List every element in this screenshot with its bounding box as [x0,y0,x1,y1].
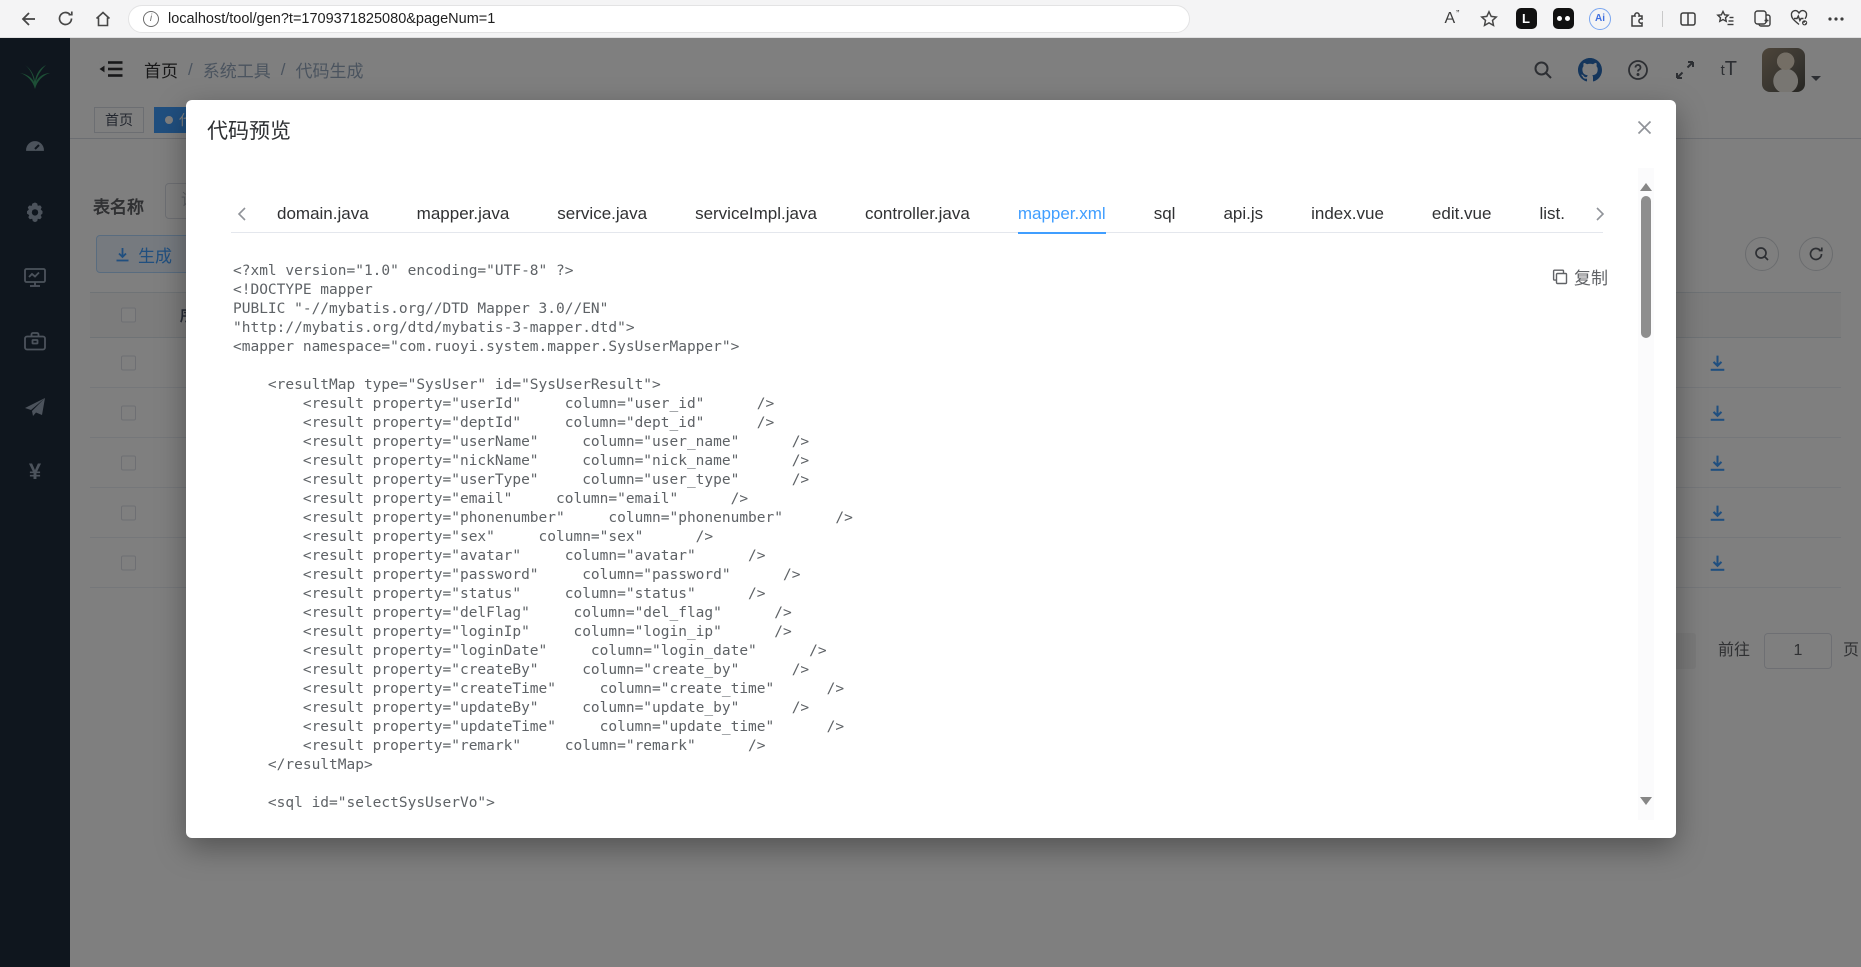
copilot-pages-icon[interactable] [1747,4,1777,34]
tabs-prev-icon[interactable] [231,207,253,221]
tab-service-java[interactable]: service.java [533,196,671,233]
tab-sql[interactable]: sql [1130,196,1200,233]
tab-mapper-java[interactable]: mapper.java [393,196,534,233]
tab-edit-vue[interactable]: edit.vue [1408,196,1516,233]
file-tabs: domain.java mapper.java service.java ser… [231,196,1605,234]
split-screen-icon[interactable] [1673,4,1703,34]
tab-controller-java[interactable]: controller.java [841,196,994,233]
close-icon[interactable] [1632,115,1656,139]
tab-mapper-xml[interactable]: mapper.xml [994,196,1130,234]
more-menu-icon[interactable] [1821,4,1851,34]
code-content: <?xml version="1.0" encoding="UTF-8" ?> … [233,263,853,811]
dialog-title: 代码预览 [207,120,291,143]
browser-toolbar: i localhost/tool/gen?t=1709371825080&pag… [0,0,1861,38]
favorite-star-icon[interactable] [1474,4,1504,34]
read-aloud-icon[interactable]: A” [1437,4,1467,34]
tab-serviceimpl-java[interactable]: serviceImpl.java [671,196,841,233]
scroll-down-icon[interactable] [1640,797,1652,811]
scrollbar-thumb[interactable] [1641,196,1651,338]
scroll-up-icon[interactable] [1640,177,1652,191]
tab-list[interactable]: list. [1515,196,1589,233]
extension-l-icon[interactable]: L [1511,4,1541,34]
collections-icon[interactable] [1710,4,1740,34]
tab-index-vue[interactable]: index.vue [1287,196,1408,233]
toolbar-divider [1662,10,1663,27]
home-icon[interactable] [86,4,120,34]
url-text[interactable]: localhost/tool/gen?t=1709371825080&pageN… [168,11,495,27]
back-icon[interactable] [10,4,44,34]
site-info-icon[interactable]: i [143,10,159,27]
tab-domain-java[interactable]: domain.java [253,196,393,233]
tabs-next-icon[interactable] [1589,207,1611,221]
ai-extension-icon[interactable]: Ai [1585,4,1615,34]
address-bar[interactable]: i localhost/tool/gen?t=1709371825080&pag… [128,4,1190,33]
refresh-icon[interactable] [48,4,82,34]
code-preview-dialog: 代码预览 domain.java mapper.java service.jav… [186,100,1676,838]
extensions-puzzle-icon[interactable] [1622,4,1652,34]
tab-api-js[interactable]: api.js [1199,196,1287,233]
extension-dots-icon[interactable] [1548,4,1578,34]
browser-essentials-icon[interactable] [1784,4,1814,34]
modal-scrollbar[interactable] [1638,168,1654,820]
